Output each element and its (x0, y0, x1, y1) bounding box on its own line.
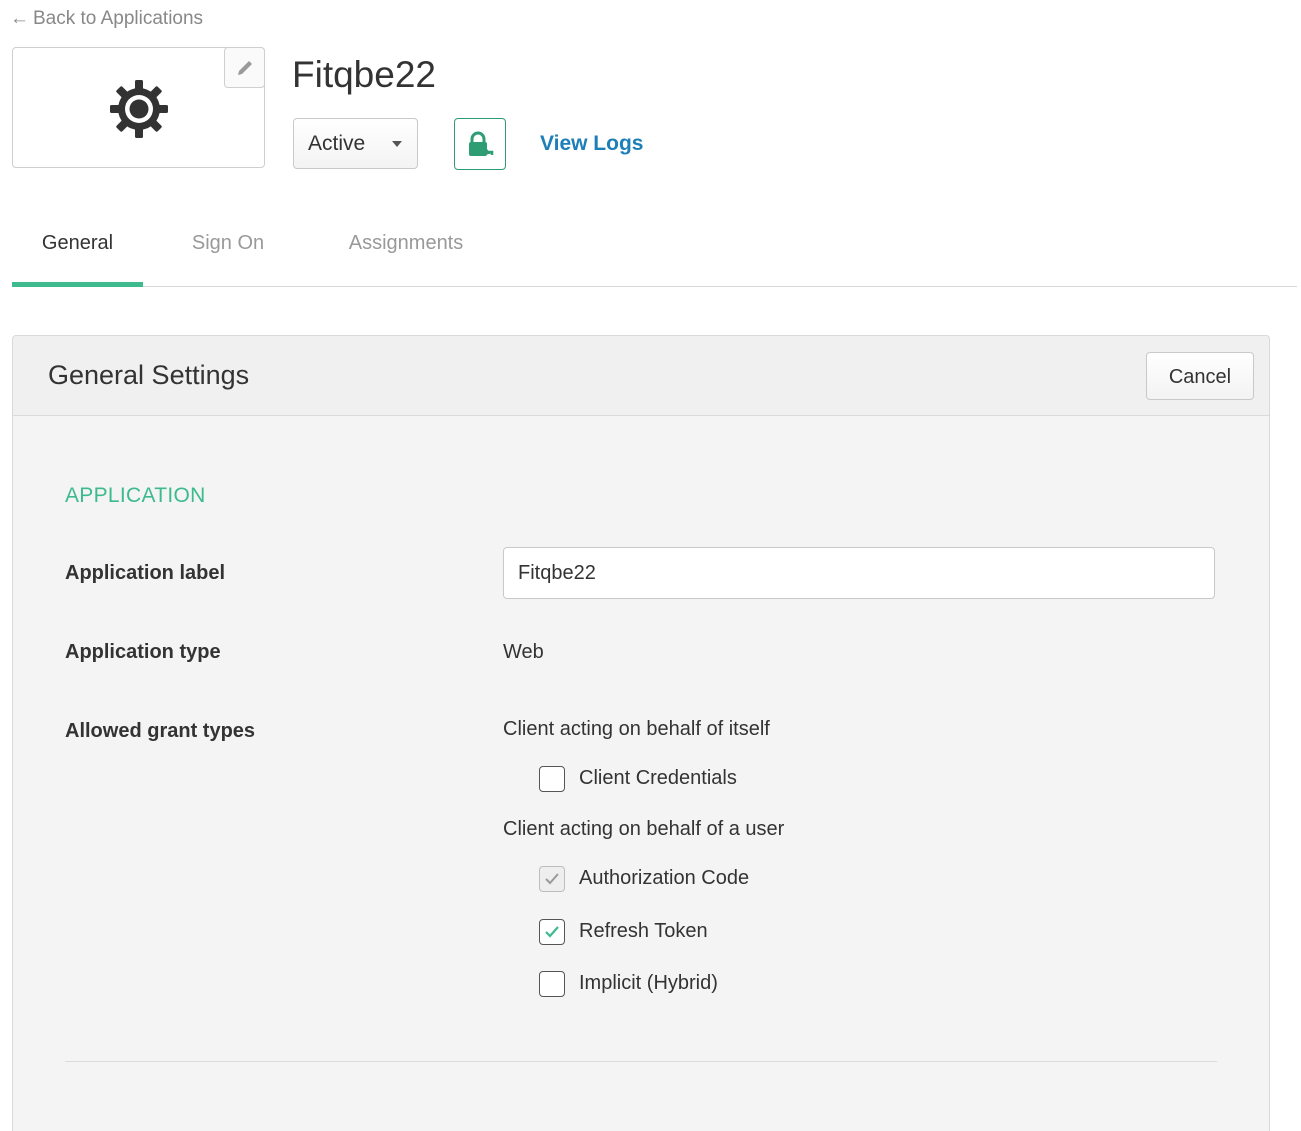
allowed-grant-types-label: Allowed grant types (65, 720, 256, 742)
grant-group-user-label: Client acting on behalf of a user (503, 818, 785, 840)
app-name-title: Fitqbe22 (292, 54, 436, 95)
checkbox-label: Client Credentials (579, 767, 737, 789)
checkbox-box[interactable] (539, 919, 565, 945)
caret-down-icon (392, 141, 402, 147)
status-dropdown-value: Active (308, 132, 366, 155)
tab-sign-on[interactable]: Sign On (178, 212, 278, 286)
push-status-button[interactable] (454, 118, 506, 170)
application-label-label: Application label (65, 562, 226, 584)
tab-bar: General Sign On Assignments (12, 212, 1297, 287)
section-heading-application: APPLICATION (65, 484, 206, 507)
checkbox-label: Authorization Code (579, 867, 750, 889)
lock-key-icon (469, 131, 494, 156)
checkbox-label: Refresh Token (579, 920, 708, 942)
general-settings-panel: General Settings Cancel APPLICATION Appl… (12, 335, 1270, 1131)
back-arrow-icon: ← (10, 8, 29, 29)
application-type-value: Web (503, 641, 544, 663)
checkbox-label: Implicit (Hybrid) (579, 972, 718, 994)
checkbox-box[interactable] (539, 766, 565, 792)
tab-assignments[interactable]: Assignments (330, 212, 482, 286)
cancel-button[interactable]: Cancel (1146, 352, 1254, 400)
status-dropdown[interactable]: Active (293, 118, 418, 169)
back-link-label: Back to Applications (33, 8, 204, 29)
panel-header: General Settings Cancel (13, 336, 1269, 416)
view-logs-link[interactable]: View Logs (540, 130, 643, 158)
application-label-input[interactable] (503, 547, 1215, 599)
panel-title: General Settings (48, 360, 250, 390)
checkmark-icon (545, 873, 559, 885)
checkmark-icon (545, 926, 559, 938)
pencil-icon (238, 61, 252, 75)
grant-group-self-label: Client acting on behalf of itself (503, 718, 770, 740)
gear-icon (110, 80, 168, 138)
app-logo-box (12, 47, 265, 168)
section-divider (65, 1061, 1217, 1062)
tab-general[interactable]: General (12, 212, 143, 287)
back-to-applications-link[interactable]: ← Back to Applications (10, 6, 203, 32)
checkbox-box[interactable] (539, 971, 565, 997)
checkbox-box (539, 866, 565, 892)
edit-logo-button[interactable] (224, 47, 265, 88)
application-type-label: Application type (65, 641, 221, 663)
